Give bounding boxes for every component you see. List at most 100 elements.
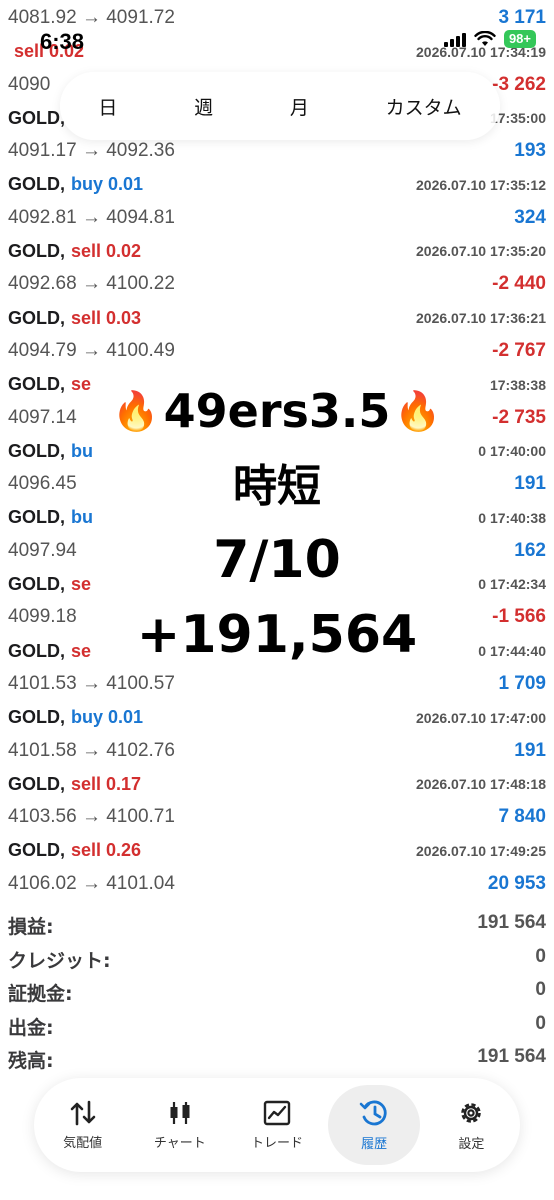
battery-indicator: 98+ bbox=[503, 30, 536, 48]
overlay-subtitle: 時短 bbox=[233, 461, 321, 512]
deal-symbol: GOLD, bbox=[8, 174, 65, 195]
tab-trade[interactable]: トレード bbox=[231, 1085, 323, 1165]
deal-prices: 4101.53 → 4100.57 bbox=[8, 673, 175, 694]
fire-icon: 🔥 bbox=[112, 389, 160, 433]
deal-header-row[interactable]: GOLD, sell 0.02 2026.07.10 17:35:20 bbox=[8, 238, 546, 264]
tab-quotes[interactable]: 気配値 bbox=[37, 1085, 129, 1165]
tab-history[interactable]: 履歴 bbox=[328, 1085, 421, 1165]
deal-time: 2026.07.10 17:35:12 bbox=[416, 176, 546, 193]
deal-prices: 4103.56 → 4100.71 bbox=[8, 806, 175, 828]
tab-chart[interactable]: チャート bbox=[134, 1085, 226, 1165]
deal-profit: 191 bbox=[514, 739, 546, 761]
deal-profit: 193 bbox=[514, 140, 546, 162]
period-tab-week[interactable]: 週 bbox=[180, 85, 227, 128]
deal-price-row[interactable]: 4101.53 → 4100.57 1 709 bbox=[8, 671, 546, 697]
summary-label: クレジット: bbox=[8, 949, 111, 972]
deal-price-row[interactable]: 4091.17 → 4092.36 193 bbox=[8, 138, 546, 164]
deal-header-row[interactable]: GOLD, buy 0.01 2026.07.10 17:35:12 bbox=[8, 172, 546, 198]
deal-profit: -3 262 bbox=[492, 73, 546, 95]
period-selector: 日 週 月 カスタム bbox=[60, 72, 500, 140]
tab-history-label: 履歴 bbox=[361, 1136, 388, 1152]
summary-label: 出金: bbox=[8, 1016, 54, 1039]
deal-header-row[interactable]: GOLD, sell 0.26 2026.07.10 17:49:25 bbox=[8, 838, 546, 864]
deal-profit: -2 767 bbox=[492, 340, 546, 361]
deal-side: sell 0.03 bbox=[71, 307, 142, 328]
deal-prices: 4092.68 → 4100.22 bbox=[8, 273, 175, 295]
gear-icon bbox=[461, 1102, 482, 1123]
deal-symbol: GOLD, bbox=[8, 840, 65, 861]
deal-header-row[interactable]: GOLD, buy 0.01 2026.07.10 17:47:00 bbox=[8, 705, 546, 731]
history-icon bbox=[359, 1100, 387, 1125]
deal-time: 2026.07.10 17:35:20 bbox=[416, 243, 546, 260]
deal-prices: 4094.79 → 4100.49 bbox=[8, 340, 175, 361]
tab-settings[interactable]: 設定 bbox=[425, 1085, 517, 1165]
deal-price-row[interactable]: 4092.68 → 4100.22 -2 440 bbox=[8, 271, 546, 297]
summary-value: 191 564 bbox=[477, 1046, 546, 1067]
overlay-date: 7/10 bbox=[213, 530, 341, 590]
summary-margin: 証拠金: 0 bbox=[8, 979, 546, 1006]
summary-credit: クレジット: 0 bbox=[8, 946, 546, 973]
deal-time: 2026.07.10 17:36:21 bbox=[416, 310, 546, 326]
summary-value: 0 bbox=[535, 979, 546, 1000]
summary-label: 損益: bbox=[8, 916, 54, 938]
wifi-icon bbox=[474, 31, 496, 46]
tab-chart-label: チャート bbox=[153, 1135, 206, 1151]
deal-profit: 20 953 bbox=[487, 872, 546, 894]
deal-time: 2026.07.10 17:47:00 bbox=[416, 709, 546, 726]
overlay-amount: +191,564 bbox=[136, 605, 418, 665]
deal-prices: 4092.81 → 4094.81 bbox=[8, 206, 175, 228]
bottom-tab-bar: 気配値 チャート トレード 履歴 設定 bbox=[34, 1078, 520, 1172]
deal-profit: 7 840 bbox=[498, 806, 546, 828]
deal-price-row[interactable]: 4101.58 → 4102.76 191 bbox=[8, 738, 546, 764]
summary-balance: 残高: 191 564 bbox=[8, 1046, 546, 1073]
deal-header-row[interactable]: GOLD, sell 0.17 2026.07.10 17:48:18 bbox=[8, 771, 546, 797]
summary-profit: 損益: 191 564 bbox=[8, 912, 546, 939]
deal-price-row[interactable]: 4094.79 → 4100.49 -2 767 bbox=[8, 338, 546, 364]
deal-symbol-side: GOLD, sell 0.26 bbox=[8, 840, 141, 861]
summary-value: 0 bbox=[535, 945, 546, 967]
tab-quotes-label: 気配値 bbox=[63, 1135, 103, 1151]
fire-icon: 🔥 bbox=[394, 389, 442, 433]
cellular-signal-icon bbox=[443, 31, 466, 47]
deal-price-row[interactable]: 4081.92 → 4091.72 3 171 bbox=[8, 5, 546, 31]
deal-price-row[interactable]: 4106.02 → 4101.04 20 953 bbox=[8, 871, 546, 897]
summary-value: 0 bbox=[535, 1012, 546, 1034]
deal-prices: 4081.92 → 4091.72 bbox=[8, 7, 175, 28]
deal-symbol: GOLD, bbox=[8, 107, 65, 128]
deal-symbol-side: GOLD, sell 0.17 bbox=[8, 774, 141, 795]
deal-prices: 4090 bbox=[8, 73, 51, 95]
summary-label: 残高: bbox=[8, 1050, 54, 1072]
status-time: 6:38 bbox=[40, 29, 85, 54]
deal-prices: 4101.58 → 4102.76 bbox=[8, 739, 175, 761]
period-tab-custom[interactable]: カスタム bbox=[372, 85, 476, 128]
deal-price-row[interactable]: 4092.81 → 4094.81 324 bbox=[8, 205, 546, 231]
deal-side: buy 0.01 bbox=[71, 174, 144, 195]
deal-symbol-side: GOLD, buy 0.01 bbox=[8, 174, 143, 195]
candlestick-chart-icon bbox=[170, 1101, 190, 1124]
deal-symbol: GOLD, bbox=[8, 773, 65, 794]
overlay-title-text: 49ers3.5 bbox=[163, 384, 391, 438]
quotes-icon bbox=[70, 1100, 95, 1125]
deal-header-row[interactable]: GOLD, sell 0.03 2026.07.10 17:36:21 bbox=[8, 305, 546, 331]
period-tab-month[interactable]: 月 bbox=[276, 85, 323, 128]
deal-symbol-side: GOLD, sell 0.03 bbox=[8, 308, 141, 329]
period-tab-day[interactable]: 日 bbox=[84, 85, 131, 128]
deal-side: sell 0.02 bbox=[71, 240, 142, 261]
deal-time: 2026.07.10 17:48:18 bbox=[416, 776, 546, 793]
tab-settings-label: 設定 bbox=[458, 1136, 485, 1152]
trade-chart-icon bbox=[263, 1100, 291, 1125]
deal-prices: 4106.02 → 4101.04 bbox=[8, 872, 175, 894]
deal-symbol-side: GOLD, buy 0.01 bbox=[8, 707, 143, 728]
deal-profit: 1 709 bbox=[498, 673, 546, 694]
deal-price-row[interactable]: 4103.56 → 4100.71 7 840 bbox=[8, 804, 546, 830]
deal-symbol: GOLD, bbox=[8, 240, 65, 261]
deal-profit: 324 bbox=[514, 206, 546, 228]
summary-label: 証拠金: bbox=[8, 983, 73, 1005]
overlay-title: 🔥 49ers3.5 🔥 bbox=[0, 384, 554, 438]
summary-withdrawal: 出金: 0 bbox=[8, 1013, 546, 1040]
deal-symbol: GOLD, bbox=[8, 707, 65, 728]
deal-profit: 3 171 bbox=[498, 7, 546, 28]
deal-side: sell 0.17 bbox=[71, 773, 142, 794]
summary-value: 191 564 bbox=[477, 912, 546, 933]
deal-side: buy 0.01 bbox=[71, 707, 144, 728]
